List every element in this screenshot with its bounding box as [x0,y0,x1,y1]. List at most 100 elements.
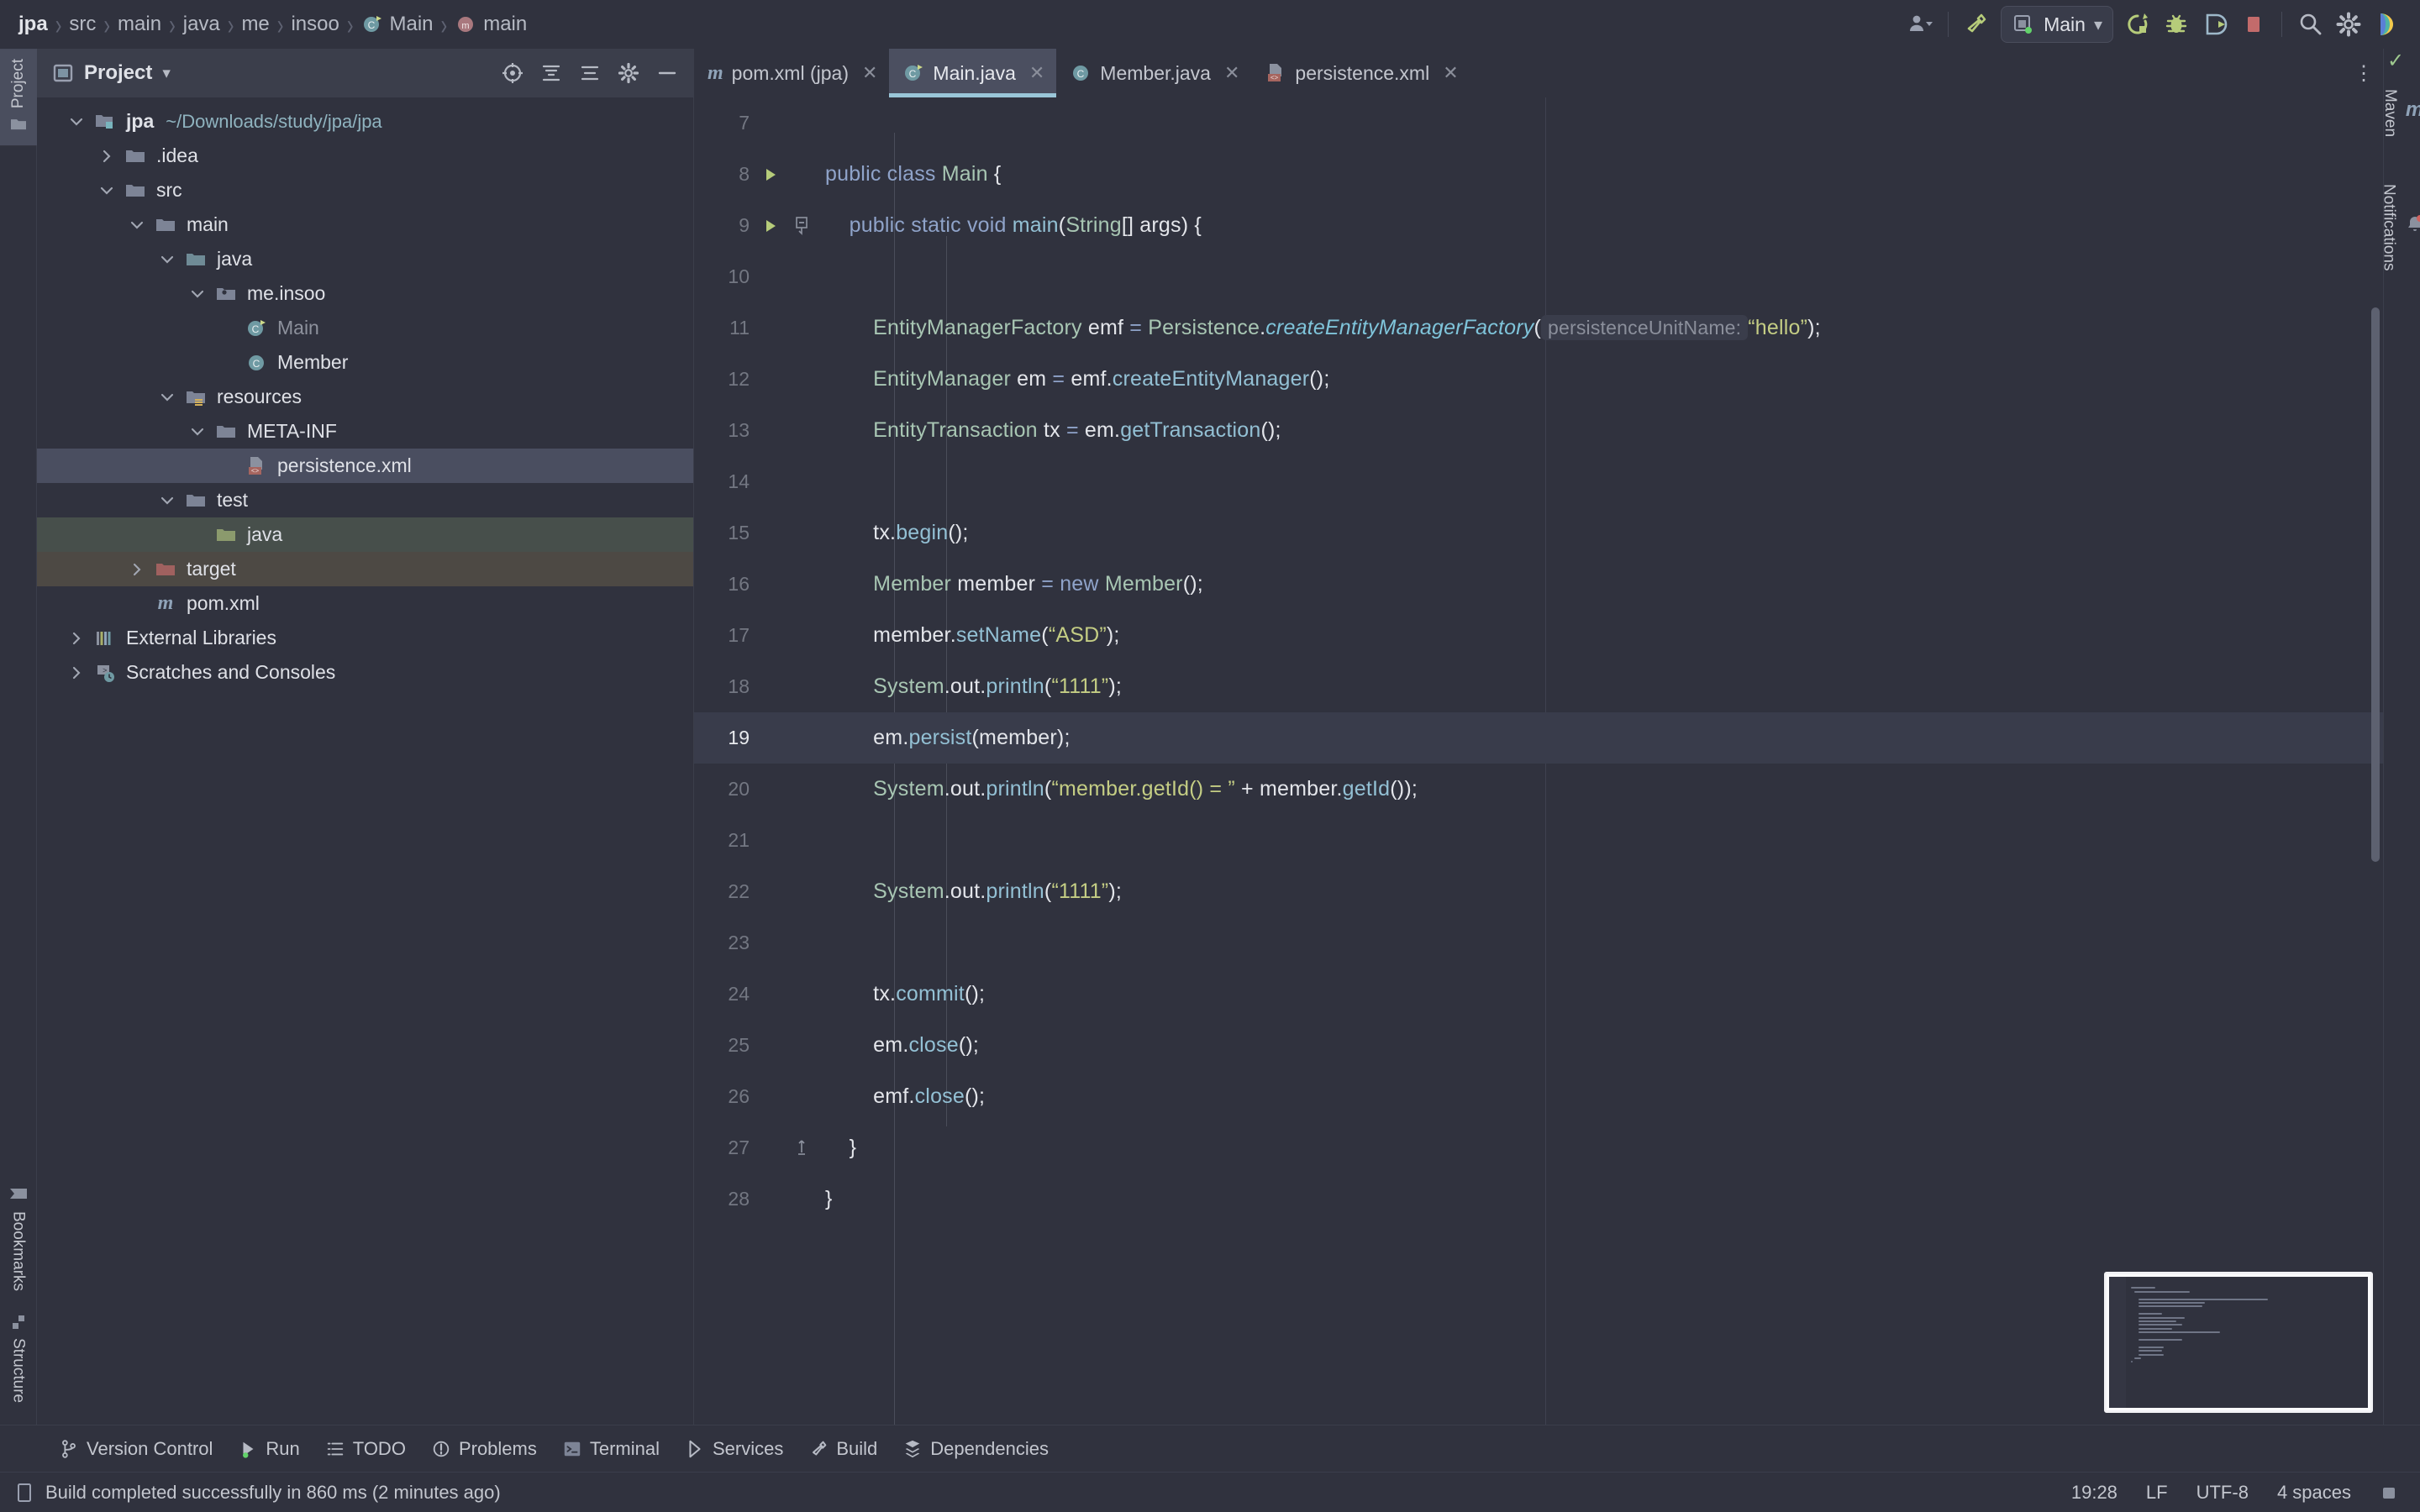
code-line-22[interactable]: 22 System.out.println(“1111”); [694,866,2383,917]
project-settings-icon[interactable] [614,59,643,87]
collapse-all-icon[interactable] [576,59,604,87]
breadcrumb-item-java[interactable]: java [178,13,225,36]
code-line-19[interactable]: 19 em.persist(member); [694,712,2383,764]
code-line-8[interactable]: 8 public class Main { [694,149,2383,200]
breadcrumb-item-main[interactable]: C Main [356,13,439,36]
tree-node-persistence-xml[interactable]: <> persistence.xml [37,449,693,483]
tab-pom-xml-jpa-[interactable]: m pom.xml (jpa) ✕ [694,49,889,97]
toolwindow-button-dependencies[interactable]: Dependencies [892,1433,1059,1465]
tree-node-member[interactable]: C Member [37,345,693,380]
code-view[interactable]: 7 8 public class Main {9 public static voi… [694,97,2383,1425]
chevron-right-icon[interactable] [123,561,151,578]
tree-node-scratches-and-consoles[interactable]: >_ Scratches and Consoles [37,655,693,690]
hide-panel-icon[interactable] [653,59,681,87]
status-line-separator[interactable]: LF [2138,1482,2176,1504]
tree-node-pom-xml[interactable]: m pom.xml [37,586,693,621]
sidebar-item-notifications[interactable]: Notifications [2380,172,2420,281]
fold-end-icon[interactable] [785,1137,818,1159]
chevron-down-icon[interactable] [183,423,212,440]
close-icon[interactable]: ✕ [1029,62,1044,84]
run-configuration-selector[interactable]: Main ▾ [2001,6,2113,43]
tree-node-target[interactable]: target [37,552,693,586]
sidebar-item-maven[interactable]: m Maven [2381,77,2420,147]
close-icon[interactable]: ✕ [1443,62,1458,84]
toolwindow-button-todo[interactable]: TODO [315,1433,416,1465]
tree-node-java[interactable]: java [37,517,693,552]
chevron-down-icon[interactable] [153,389,182,406]
code-line-28[interactable]: 28} [694,1173,2383,1225]
chevron-down-icon[interactable] [62,113,91,130]
code-line-26[interactable]: 26 emf.close(); [694,1071,2383,1122]
code-lines[interactable]: 7 8 public class Main {9 public static voi… [694,97,2383,1225]
tree-node-resources[interactable]: resources [37,380,693,414]
debug-icon[interactable] [2157,5,2196,44]
tab-persistence-xml[interactable]: <> persistence.xml ✕ [1251,49,1470,97]
project-tree[interactable]: jpa ~/Downloads/study/jpa/jpa .idea src main… [37,97,693,1425]
code-line-16[interactable]: 16 Member member = new Member(); [694,559,2383,610]
toolwindow-button-run[interactable]: Run [228,1433,309,1465]
breadcrumb-item-insoo[interactable]: insoo [286,13,344,36]
code-line-9[interactable]: 9 public static void main(String[] args)… [694,200,2383,251]
code-line-21[interactable]: 21 [694,815,2383,866]
fold-collapse-icon[interactable] [785,215,818,237]
chevron-right-icon[interactable] [62,630,91,647]
breadcrumb-item-jpa[interactable]: jpa [15,13,53,36]
code-line-7[interactable]: 7 [694,97,2383,149]
editor-tabs[interactable]: m pom.xml (jpa) ✕ C Main.java ✕ C Member.java ✕ <… [694,49,2383,97]
code-line-18[interactable]: 18 System.out.println(“1111”); [694,661,2383,712]
chevron-down-icon[interactable] [183,286,212,302]
settings-icon[interactable] [2329,5,2368,44]
chevron-down-icon[interactable]: ▾ [2094,14,2102,35]
tab-member-java[interactable]: C Member.java ✕ [1056,49,1251,97]
toolwindow-button-version-control[interactable]: Version Control [49,1433,223,1465]
build-hammer-icon[interactable] [1957,5,1996,44]
inspection-status-icon[interactable]: ✓ [2376,49,2415,73]
sidebar-item-structure[interactable]: Structure [9,1301,28,1413]
status-encoding[interactable]: UTF-8 [2188,1482,2257,1504]
code-line-15[interactable]: 15 tx.begin(); [694,507,2383,559]
code-line-27[interactable]: 27 } [694,1122,2383,1173]
toolwindow-button-terminal[interactable]: Terminal [552,1433,670,1465]
tree-node-main[interactable]: main [37,207,693,242]
code-line-13[interactable]: 13 EntityTransaction tx = em.getTransact… [694,405,2383,456]
sidebar-item-project[interactable]: Project [0,49,37,146]
tree-node-me-insoo[interactable]: me.insoo [37,276,693,311]
sidebar-item-bookmarks[interactable]: Bookmarks [9,1171,28,1301]
search-icon[interactable] [2291,5,2329,44]
code-line-12[interactable]: 12 EntityManager em = emf.createEntityMa… [694,354,2383,405]
bottom-tool-window-bar[interactable]: Version Control Run TODO Problems Terminal Se… [0,1425,2420,1472]
breadcrumb-item-main[interactable]: m main [450,13,532,36]
tree-node-external-libraries[interactable]: External Libraries [37,621,693,655]
tree-node-jpa[interactable]: jpa ~/Downloads/study/jpa/jpa [37,104,693,139]
status-indent[interactable]: 4 spaces [2269,1482,2360,1504]
code-line-23[interactable]: 23 [694,917,2383,969]
breadcrumb-item-src[interactable]: src [64,13,101,36]
run-with-coverage-icon[interactable] [2196,5,2234,44]
toolwindow-button-services[interactable]: Services [675,1433,793,1465]
toolwindow-button-build[interactable]: Build [798,1433,887,1465]
select-opened-file-icon[interactable] [498,59,527,87]
tree-node-src[interactable]: src [37,173,693,207]
tree-node-meta-inf[interactable]: META-INF [37,414,693,449]
chevron-right-icon[interactable] [62,664,91,681]
breadcrumb-item-me[interactable]: me [236,13,274,36]
close-icon[interactable]: ✕ [1224,62,1239,84]
tree-node-java[interactable]: java [37,242,693,276]
tree-node-test[interactable]: test [37,483,693,517]
gutter-run-icon[interactable] [756,218,785,234]
code-line-17[interactable]: 17 member.setName(“ASD”); [694,610,2383,661]
toolwindow-button-problems[interactable]: Problems [421,1433,547,1465]
close-icon[interactable]: ✕ [862,62,877,84]
account-icon[interactable] [1901,5,1939,44]
tree-node--idea[interactable]: .idea [37,139,693,173]
editor-preview-popup[interactable] [2104,1272,2373,1413]
expand-all-icon[interactable] [537,59,566,87]
intellij-logo-icon[interactable] [2368,5,2407,44]
chevron-down-icon[interactable]: ▾ [162,64,171,83]
code-line-25[interactable]: 25 em.close(); [694,1020,2383,1071]
chevron-right-icon[interactable] [92,148,121,165]
breadcrumb-item-main[interactable]: main [113,13,166,36]
code-line-24[interactable]: 24 tx.commit(); [694,969,2383,1020]
stop-icon[interactable] [2234,5,2273,44]
code-line-11[interactable]: 11 EntityManagerFactory emf = Persistenc… [694,302,2383,354]
